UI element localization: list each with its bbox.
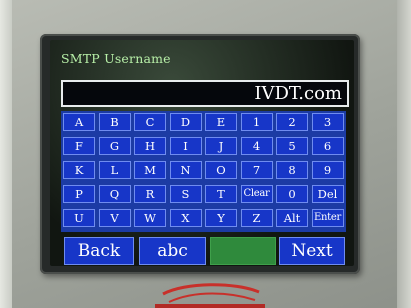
key-8[interactable]: 8 [276,161,308,179]
key-1[interactable]: 1 [240,113,273,131]
key-g[interactable]: G [98,137,131,155]
key-0[interactable]: 0 [276,185,308,203]
ivdt-logo-icon [155,283,265,308]
key-t[interactable]: T [205,185,237,203]
key-q[interactable]: Q [98,185,131,203]
key-j[interactable]: J [205,137,237,155]
key-p[interactable]: P [63,185,95,203]
key-9[interactable]: 9 [311,161,344,179]
key-clear[interactable]: Clear [240,185,273,203]
key-enter[interactable]: Enter [311,209,344,227]
key-b[interactable]: B [98,113,131,131]
key-2[interactable]: 2 [276,113,308,131]
key-m[interactable]: M [134,161,166,179]
key-f[interactable]: F [63,137,95,155]
key-z[interactable]: Z [240,209,273,227]
wall-right [397,0,411,308]
key-w[interactable]: W [134,209,166,227]
blank-green-key[interactable] [210,237,276,265]
next-button[interactable]: Next [279,237,345,265]
key-3[interactable]: 3 [311,113,344,131]
username-input[interactable]: IVDT.com [61,80,349,107]
wall-left [0,0,12,308]
key-y[interactable]: Y [205,209,237,227]
screen-title: SMTP Username [61,51,171,66]
key-r[interactable]: R [134,185,166,203]
key-c[interactable]: C [134,113,166,131]
key-4[interactable]: 4 [240,137,273,155]
key-d[interactable]: D [169,113,202,131]
key-x[interactable]: X [169,209,202,227]
key-l[interactable]: L [98,161,131,179]
key-5[interactable]: 5 [276,137,308,155]
key-o[interactable]: O [205,161,237,179]
key-v[interactable]: V [98,209,131,227]
key-e[interactable]: E [205,113,237,131]
key-7[interactable]: 7 [240,161,273,179]
key-a[interactable]: A [63,113,95,131]
back-button[interactable]: Back [64,237,134,265]
key-h[interactable]: H [134,137,166,155]
key-6[interactable]: 6 [311,137,344,155]
key-n[interactable]: N [169,161,202,179]
abc-mode-button[interactable]: abc [139,237,206,265]
key-i[interactable]: I [169,137,202,155]
key-alt[interactable]: Alt [276,209,308,227]
key-k[interactable]: K [63,161,95,179]
key-s[interactable]: S [169,185,202,203]
key-u[interactable]: U [63,209,95,227]
key-del[interactable]: Del [311,185,344,203]
